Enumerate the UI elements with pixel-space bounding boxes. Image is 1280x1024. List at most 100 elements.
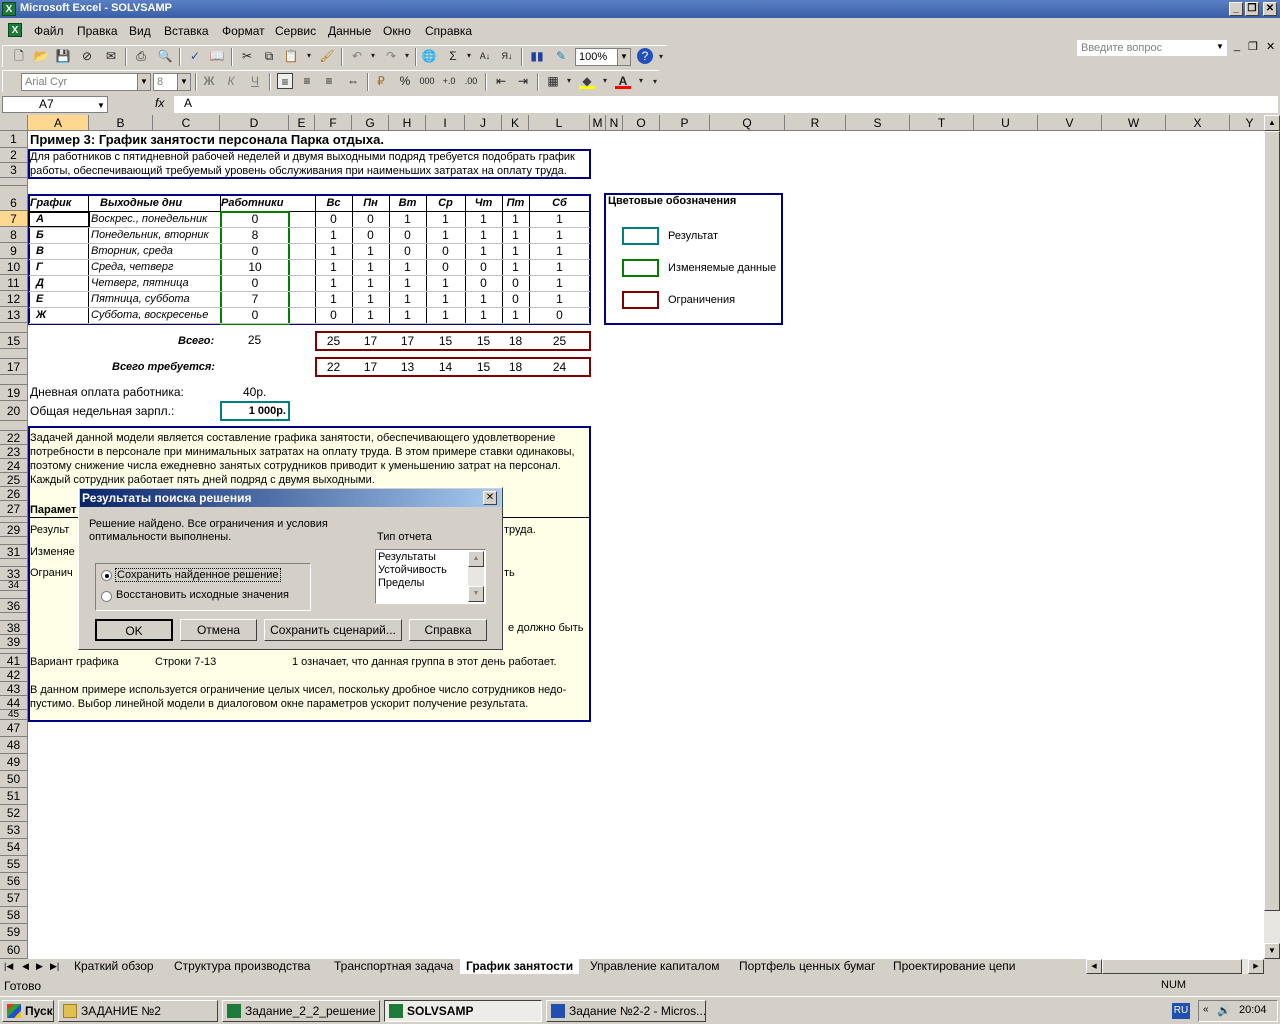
tab-last-icon[interactable]: ▶|	[50, 961, 59, 972]
italic-button[interactable]: К	[223, 73, 239, 89]
autosum-dropdown-icon[interactable]: ▾	[461, 48, 477, 64]
day-cell[interactable]: 1	[352, 308, 389, 323]
research-icon[interactable]: 📖	[209, 48, 225, 64]
day-cell[interactable]: 1	[529, 244, 590, 259]
row-header[interactable]: 41	[0, 654, 28, 668]
row-header[interactable]: 58	[0, 907, 28, 924]
permission-icon[interactable]: ⊘	[79, 48, 95, 64]
spelling-icon[interactable]: ✓	[187, 48, 203, 64]
row-header[interactable]: 22	[0, 431, 28, 445]
restore-values-radio[interactable]	[101, 591, 112, 602]
row-header[interactable]: 24	[0, 459, 28, 473]
required-day-cell[interactable]: 18	[502, 360, 529, 375]
maximize-button[interactable]: ❐	[1245, 2, 1259, 16]
hyperlink-icon[interactable]: 🌐	[421, 48, 437, 64]
day-cell[interactable]: 1	[529, 228, 590, 243]
paste-icon[interactable]: 📋	[283, 48, 299, 64]
formatting-options-icon[interactable]: ▾	[647, 74, 663, 90]
report-results[interactable]: Результаты	[378, 551, 436, 563]
column-header-a[interactable]: A	[28, 115, 89, 131]
days-off-cell[interactable]: Вторник, среда	[91, 244, 173, 259]
decrease-indent-icon[interactable]: ⇤	[493, 73, 509, 89]
hscroll-left-icon[interactable]: ◀	[1086, 959, 1102, 974]
row-header[interactable]: 1	[0, 131, 28, 148]
ok-button[interactable]: OK	[95, 619, 173, 641]
help-button[interactable]: Справка	[409, 619, 487, 641]
column-header-l[interactable]: L	[529, 115, 590, 131]
day-cell[interactable]: 1	[465, 228, 502, 243]
row-header[interactable]: 23	[0, 445, 28, 459]
row-header[interactable]: 51	[0, 788, 28, 805]
day-cell[interactable]: 1	[389, 276, 426, 291]
menu-file[interactable]: Файл	[34, 24, 64, 38]
row-header[interactable]: 47	[0, 720, 28, 737]
row-header[interactable]: 54	[0, 839, 28, 856]
day-cell[interactable]: 1	[389, 308, 426, 323]
day-cell[interactable]: 1	[502, 260, 529, 275]
column-header-h[interactable]: H	[389, 115, 426, 131]
menu-tools[interactable]: Сервис	[275, 24, 316, 38]
schedule-code[interactable]: Д	[36, 276, 44, 291]
schedule-code[interactable]: А	[36, 212, 44, 227]
day-cell[interactable]: 0	[502, 276, 529, 291]
day-cell[interactable]: 0	[352, 228, 389, 243]
scroll-down-icon[interactable]: ▼	[1264, 943, 1280, 959]
cancel-button[interactable]: Отмена	[180, 619, 257, 641]
days-off-cell[interactable]: Суббота, воскресенье	[91, 308, 208, 323]
zoom-combo[interactable]: 100% ▼	[575, 48, 631, 66]
row-header[interactable]: 59	[0, 924, 28, 941]
percent-button[interactable]: %	[397, 73, 413, 89]
sort-desc-icon[interactable]: Я↓	[499, 48, 515, 64]
align-center-icon[interactable]: ≡	[299, 73, 315, 89]
hscroll-right-icon[interactable]: ▶	[1248, 959, 1264, 974]
menu-format[interactable]: Формат	[222, 24, 265, 38]
workers-cell[interactable]: 7	[222, 292, 288, 307]
workbook-icon[interactable]: X	[8, 23, 22, 37]
row-header[interactable]: 19	[0, 385, 28, 401]
day-cell[interactable]: 1	[389, 212, 426, 227]
workers-cell[interactable]: 0	[222, 308, 288, 323]
column-header-p[interactable]: P	[660, 115, 710, 131]
day-cell[interactable]: 1	[352, 292, 389, 307]
tab-transport[interactable]: Транспортная задача	[328, 959, 459, 974]
schedule-code[interactable]: Ж	[36, 308, 46, 323]
schedule-code[interactable]: Б	[36, 228, 44, 243]
fill-color-icon[interactable]: ◆	[579, 73, 595, 89]
open-icon[interactable]: 📂	[33, 48, 49, 64]
row-header[interactable]: 31	[0, 545, 28, 559]
day-cell[interactable]: 0	[502, 292, 529, 307]
row-header[interactable]	[0, 613, 28, 621]
column-header-e[interactable]: E	[289, 115, 315, 131]
taskbar-item-word[interactable]: Задание №2-2 - Micros...	[546, 1000, 706, 1022]
column-header-n[interactable]: N	[606, 115, 623, 131]
toolbar-options-icon[interactable]: ▾	[653, 49, 669, 65]
day-cell[interactable]: 1	[529, 260, 590, 275]
day-cell[interactable]: 0	[389, 244, 426, 259]
day-cell[interactable]: 0	[529, 308, 590, 323]
start-button[interactable]: Пуск	[2, 1000, 54, 1022]
zoom-dropdown-icon[interactable]: ▼	[617, 49, 630, 65]
workers-cell[interactable]: 8	[222, 228, 288, 243]
hscroll-thumb[interactable]	[1102, 959, 1242, 974]
row-header[interactable]: 60	[0, 941, 28, 959]
row-header[interactable]: 56	[0, 873, 28, 890]
menu-view[interactable]: Вид	[129, 24, 151, 38]
report-list-scrollbar[interactable]: ▲ ▼	[468, 551, 484, 602]
day-cell[interactable]: 1	[529, 292, 590, 307]
email-icon[interactable]: ✉	[103, 48, 119, 64]
formula-input[interactable]: A	[174, 96, 1278, 113]
row-header[interactable]: 42	[0, 668, 28, 682]
column-header-s[interactable]: S	[846, 115, 910, 131]
row-header[interactable]: 8	[0, 227, 28, 243]
copy-icon[interactable]: ⧉	[261, 48, 277, 64]
report-scroll-up-icon[interactable]: ▲	[468, 551, 484, 567]
taskbar-item-folder[interactable]: ЗАДАНИЕ №2	[58, 1000, 218, 1022]
menu-edit[interactable]: Правка	[77, 24, 118, 38]
required-day-cell[interactable]: 17	[352, 360, 389, 375]
row-header[interactable]: 2	[0, 148, 28, 163]
report-limits[interactable]: Пределы	[378, 577, 424, 589]
print-preview-icon[interactable]: 🔍	[157, 48, 173, 64]
redo-icon[interactable]: ↷	[383, 48, 399, 64]
row-header[interactable]	[0, 349, 28, 359]
row-header[interactable]: 43	[0, 682, 28, 696]
